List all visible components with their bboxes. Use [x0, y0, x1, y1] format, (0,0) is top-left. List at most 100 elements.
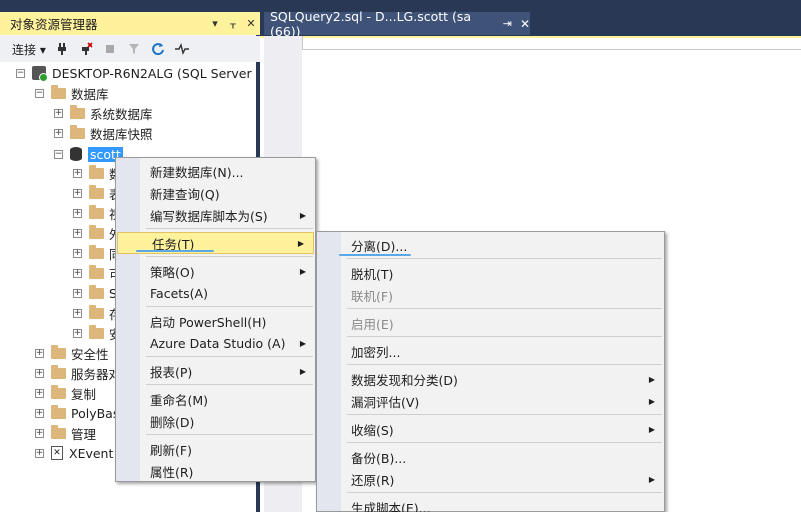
tree-node-db-snapshots[interactable]: + 数据库快照 [54, 123, 153, 143]
folder-icon [51, 344, 66, 359]
close-icon[interactable]: ✕ [242, 17, 260, 30]
tree-node-server-objects[interactable]: + 服务器对 [35, 363, 121, 383]
collapse-icon[interactable]: − [54, 149, 63, 159]
dropdown-icon[interactable]: ▾ [206, 17, 224, 30]
menu-item-reports[interactable]: 报表(P) ▶ [116, 360, 315, 382]
menu-separator [146, 306, 313, 307]
expand-icon[interactable]: + [35, 408, 44, 418]
menu-item-label: 收缩(S) [351, 422, 394, 438]
object-explorer-title-bar: 对象资源管理器 ▾ ᚁ ✕ [0, 12, 260, 35]
menu-item-restore[interactable]: 还原(R) ▶ [317, 468, 664, 490]
menu-item-label: 启用(E) [351, 316, 394, 332]
annotation-underline [136, 250, 214, 252]
menu-item-take-offline[interactable]: 脱机(T) [317, 262, 664, 284]
expand-icon[interactable]: + [73, 248, 82, 258]
filter-icon[interactable] [126, 41, 142, 57]
databases-label: 数据库 [71, 86, 109, 102]
expand-icon[interactable]: + [73, 168, 82, 178]
annotation-underline [339, 254, 411, 256]
menu-separator [347, 414, 662, 415]
tree-node-management[interactable]: + 管理 [35, 423, 96, 443]
menu-item-new-query[interactable]: 新建查询(Q) [116, 182, 315, 204]
menu-item-label: Azure Data Studio (A) [150, 335, 286, 351]
menu-item-generate-scripts[interactable]: 生成脚本(E)... [317, 496, 664, 512]
menu-item-label: 还原(R) [351, 472, 395, 488]
server-objects-label: 服务器对 [71, 366, 122, 382]
expand-icon[interactable]: + [73, 328, 82, 338]
folder-icon [89, 304, 104, 319]
expand-icon[interactable]: + [54, 128, 63, 138]
folder-icon [89, 264, 104, 279]
tree-node-system-databases[interactable]: + 系统数据库 [54, 103, 153, 123]
tree-node-security[interactable]: + 安全性 [35, 343, 109, 363]
menu-item-facets[interactable]: Facets(A) [116, 282, 315, 304]
expand-icon[interactable]: + [73, 208, 82, 218]
tab-sqlquery2[interactable]: SQLQuery2.sql - D...LG.scott (sa (66)) ⇥… [264, 9, 530, 39]
folder-icon [89, 244, 104, 259]
expand-icon[interactable]: + [35, 448, 44, 458]
activity-monitor-icon[interactable] [174, 41, 190, 57]
collapse-icon[interactable]: − [35, 88, 44, 98]
polybase-label: PolyBas [71, 405, 120, 421]
collapse-icon[interactable]: − [16, 68, 25, 78]
connect-icon[interactable] [54, 41, 70, 57]
menu-item-label: 分离(D)... [351, 238, 408, 254]
tree-node-databases[interactable]: − 数据库 [35, 83, 109, 103]
menu-item-data-discovery[interactable]: 数据发现和分类(D) ▶ [317, 368, 664, 390]
expand-icon[interactable]: + [73, 288, 82, 298]
expand-icon[interactable]: + [35, 388, 44, 398]
menu-item-properties[interactable]: 属性(R) [116, 460, 315, 482]
menu-separator [347, 258, 662, 259]
menu-item-label: 加密列... [351, 344, 401, 360]
menu-separator [347, 492, 662, 493]
menu-item-label: 备份(B)... [351, 450, 407, 466]
expand-icon[interactable]: + [73, 308, 82, 318]
menu-separator [146, 356, 313, 357]
menu-separator [146, 256, 313, 257]
menu-item-label: 删除(D) [150, 414, 195, 430]
tree-node-xevent[interactable]: + ✕ XEvent [35, 443, 113, 463]
submenu-arrow-icon: ▶ [299, 338, 306, 348]
replication-label: 复制 [71, 386, 97, 402]
menu-item-start-powershell[interactable]: 启动 PowerShell(H) [116, 310, 315, 332]
menu-item-refresh[interactable]: 刷新(F) [116, 438, 315, 460]
menu-item-policies[interactable]: 策略(O) ▶ [116, 260, 315, 282]
stop-icon[interactable] [102, 41, 118, 57]
expand-icon[interactable]: + [73, 268, 82, 278]
menu-item-label: Facets(A) [150, 285, 208, 301]
menu-item-shrink[interactable]: 收缩(S) ▶ [317, 418, 664, 440]
expand-icon[interactable]: + [35, 348, 44, 358]
menu-item-encrypt-columns[interactable]: 加密列... [317, 340, 664, 362]
menu-item-vulnerability-assessment[interactable]: 漏洞评估(V) ▶ [317, 390, 664, 412]
folder-icon [51, 84, 66, 99]
menu-item-bring-online[interactable]: 联机(F) [317, 284, 664, 306]
menu-item-enable[interactable]: 启用(E) [317, 312, 664, 334]
folder-icon [70, 104, 85, 119]
folder-icon [70, 124, 85, 139]
management-label: 管理 [71, 426, 97, 442]
menu-separator [146, 434, 313, 435]
menu-item-detach[interactable]: 分离(D)... [317, 234, 664, 256]
tree-node-polybase[interactable]: + PolyBas [35, 403, 119, 423]
disconnect-icon[interactable] [78, 41, 94, 57]
tree-node-replication[interactable]: + 复制 [35, 383, 96, 403]
menu-item-script-database[interactable]: 编写数据库脚本为(S) ▶ [116, 204, 315, 226]
menu-item-rename[interactable]: 重命名(M) [116, 388, 315, 410]
tree-node-server[interactable]: − DESKTOP-R6N2ALG (SQL Server 15 [16, 63, 256, 83]
tree-node-scott-child[interactable]: + S [73, 283, 117, 303]
close-icon[interactable]: ✕ [520, 17, 530, 31]
expand-icon[interactable]: + [73, 228, 82, 238]
menu-item-backup[interactable]: 备份(B)... [317, 446, 664, 468]
menu-item-new-database[interactable]: 新建数据库(N)... [116, 160, 315, 182]
expand-icon[interactable]: + [54, 108, 63, 118]
expand-icon[interactable]: + [73, 188, 82, 198]
expand-icon[interactable]: + [35, 368, 44, 378]
expand-icon[interactable]: + [35, 428, 44, 438]
pin-icon[interactable]: ⇥ [503, 17, 512, 30]
pin-icon[interactable]: ᚁ [224, 17, 242, 30]
menu-item-delete[interactable]: 删除(D) [116, 410, 315, 432]
connect-button[interactable]: 连接 ▾ [12, 41, 46, 58]
refresh-icon[interactable] [150, 41, 166, 57]
menu-item-azure-data-studio[interactable]: Azure Data Studio (A) ▶ [116, 332, 315, 354]
tree-node-scott[interactable]: − scott [54, 144, 123, 164]
